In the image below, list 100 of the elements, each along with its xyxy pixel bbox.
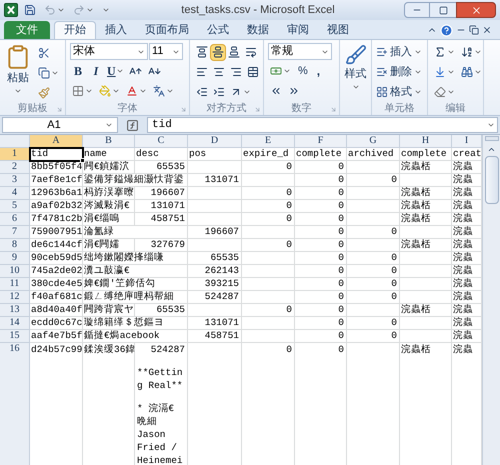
row-header[interactable]: 8 (0, 239, 30, 252)
window-title: test_tasks.csv - Microsoft Excel (180, 2, 336, 18)
cell-command-button[interactable]: 删除 (376, 63, 423, 81)
paste-button[interactable]: 粘贴 (4, 44, 32, 102)
fill-handle[interactable] (80, 158, 85, 163)
table-cell: 196607 (135, 187, 188, 200)
ribbon-tab[interactable]: 公式 (198, 21, 238, 39)
row-header[interactable]: 14 (0, 317, 30, 330)
column-header[interactable]: F (295, 135, 347, 148)
sigma-icon (434, 46, 446, 58)
caret-icon (112, 87, 120, 95)
ribbon-tab[interactable]: 数据 (238, 21, 278, 39)
vertical-align-icon (196, 46, 208, 58)
table-cell: 0 (295, 161, 347, 174)
column-header[interactable]: E (242, 135, 295, 148)
table-cell: name (83, 148, 135, 161)
banknote-icon (270, 65, 282, 77)
scrollbar-thumb[interactable] (484, 156, 498, 204)
vertical-align-button[interactable] (210, 44, 226, 60)
table-cell: 196607 (188, 226, 242, 239)
table-cell: 0 (295, 343, 347, 465)
restore-workbook-button[interactable] (469, 25, 479, 35)
row-header[interactable]: 7 (0, 226, 30, 239)
empty-cell (188, 161, 242, 174)
grid-icon (376, 86, 388, 98)
underline-button[interactable]: U (106, 62, 125, 80)
vertical-align-button[interactable] (194, 44, 210, 60)
column-header[interactable]: C (135, 135, 188, 148)
row-header[interactable]: 10 (0, 265, 30, 278)
vertical-scrollbar[interactable] (482, 135, 500, 465)
table-cell: 璇绵籍缂＄悊鏂ヨ (83, 317, 188, 330)
function-icon (126, 118, 139, 132)
column-header[interactable]: D (188, 135, 242, 148)
italic-button[interactable]: I (88, 62, 104, 80)
empty-cell (347, 304, 400, 317)
help-button[interactable] (440, 24, 453, 36)
bold-button[interactable]: B (70, 62, 86, 80)
maximize-button[interactable] (430, 2, 456, 18)
empty-cell (242, 278, 295, 291)
column-header[interactable]: I (452, 135, 482, 148)
table-cell: 131071 (188, 317, 242, 330)
row-header[interactable]: 9 (0, 252, 30, 265)
table-cell: 涓€缁嗚 (83, 213, 135, 226)
name-box[interactable]: A1 (2, 117, 118, 133)
caret-icon (447, 68, 455, 76)
caret-icon (57, 6, 65, 14)
ribbon-tab[interactable]: 视图 (318, 21, 358, 39)
table-cell: f40af681c (30, 291, 83, 304)
row-header[interactable]: 5 (0, 200, 30, 213)
indent-decrease-icon (196, 86, 208, 98)
ribbon-tab[interactable]: 开始 (54, 21, 96, 39)
column-header[interactable]: A (30, 135, 83, 148)
row-header[interactable]: 13 (0, 304, 30, 317)
table-cell: 7f4781c2b (30, 213, 83, 226)
font-name-field[interactable]: 宋体 (70, 43, 148, 60)
column-header[interactable]: B (83, 135, 135, 148)
ribbon-tab[interactable]: 审阅 (278, 21, 318, 39)
column-header[interactable]: G (347, 135, 400, 148)
empty-cell (400, 330, 452, 343)
row-header[interactable]: 15 (0, 330, 30, 343)
row-header[interactable]: 3 (0, 174, 30, 187)
row-header[interactable]: 16 (0, 343, 30, 465)
ribbon-tab[interactable]: 插入 (96, 21, 136, 39)
file-tab[interactable]: 文件 (4, 21, 50, 39)
cell-command-button[interactable]: 格式 (376, 83, 423, 101)
vertical-align-button[interactable] (226, 44, 242, 60)
formula-field[interactable]: tid (147, 117, 498, 133)
row-header[interactable]: 6 (0, 213, 30, 226)
cell-command-button[interactable]: 插入 (376, 43, 423, 61)
table-cell: 458751 (188, 330, 242, 343)
table-cell: complete (400, 148, 452, 161)
row-header[interactable]: 12 (0, 291, 30, 304)
font-size-field[interactable]: 11 (149, 43, 183, 60)
row-header[interactable]: 2 (0, 161, 30, 174)
number-format-field[interactable]: 常规 (268, 43, 332, 60)
comma-style-button[interactable]: , (312, 62, 324, 80)
row-header[interactable]: 1 (0, 148, 30, 161)
table-cell: 涔滅敤涓€ (83, 200, 135, 213)
close-workbook-button[interactable] (482, 25, 492, 35)
empty-cell (400, 291, 452, 304)
table-cell: 0 (295, 291, 347, 304)
styles-button[interactable]: 样式 (344, 44, 366, 102)
caret-icon (139, 87, 147, 95)
table-cell: d24b57c99 (30, 343, 83, 465)
column-header[interactable]: H (400, 135, 452, 148)
delete-rows-icon (376, 66, 388, 78)
percent-button[interactable]: % (296, 62, 310, 80)
phonetic-icon (153, 85, 165, 97)
row-header[interactable]: 4 (0, 187, 30, 200)
caret-icon (414, 48, 422, 56)
table-cell-text: 524287 (150, 343, 186, 356)
table-cell: expire_d (242, 148, 295, 161)
table-cell: 绌垮鏉闂嬫捀缁嗛 (83, 252, 188, 265)
ribbon-tab[interactable]: 页面布局 (136, 21, 198, 39)
row-header[interactable]: 11 (0, 278, 30, 291)
table-cell: a9af02b32 (30, 200, 83, 213)
table-cell: 745a2de02 (30, 265, 83, 278)
table-cell: 浣蟲栝 (400, 343, 452, 465)
close-button[interactable] (456, 2, 496, 18)
table-cell: 131071 (188, 174, 242, 187)
